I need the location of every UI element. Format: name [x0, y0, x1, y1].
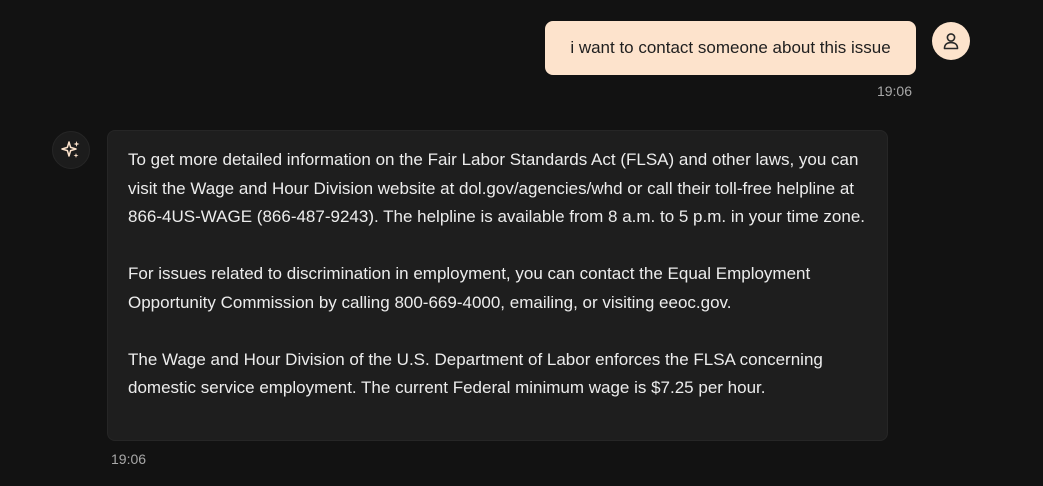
user-message-bubble: i want to contact someone about this iss…: [545, 21, 916, 75]
assistant-message-bubble: To get more detailed information on the …: [107, 130, 888, 441]
user-message-text: i want to contact someone about this iss…: [570, 38, 891, 57]
chat-view: i want to contact someone about this iss…: [0, 0, 1043, 486]
sparkle-icon: [61, 141, 80, 158]
user-icon: [943, 33, 959, 50]
assistant-paragraph: For issues related to discrimination in …: [128, 264, 811, 312]
user-avatar: [932, 22, 970, 60]
user-message-timestamp: 19:06: [876, 83, 912, 99]
assistant-message-timestamp: 19:06: [111, 451, 147, 467]
assistant-paragraph: The Wage and Hour Division of the U.S. D…: [128, 349, 823, 398]
assistant-avatar: [52, 131, 90, 169]
assistant-paragraph: To get more detailed information on the …: [128, 150, 866, 226]
